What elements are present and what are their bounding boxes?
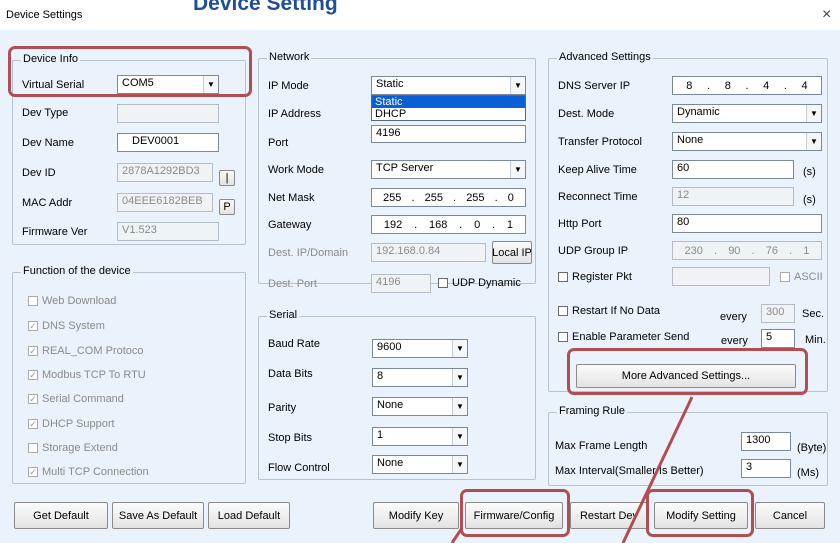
arrow-line [621,396,694,543]
annotation-arrows [450,396,694,543]
arrow-line [450,527,464,543]
